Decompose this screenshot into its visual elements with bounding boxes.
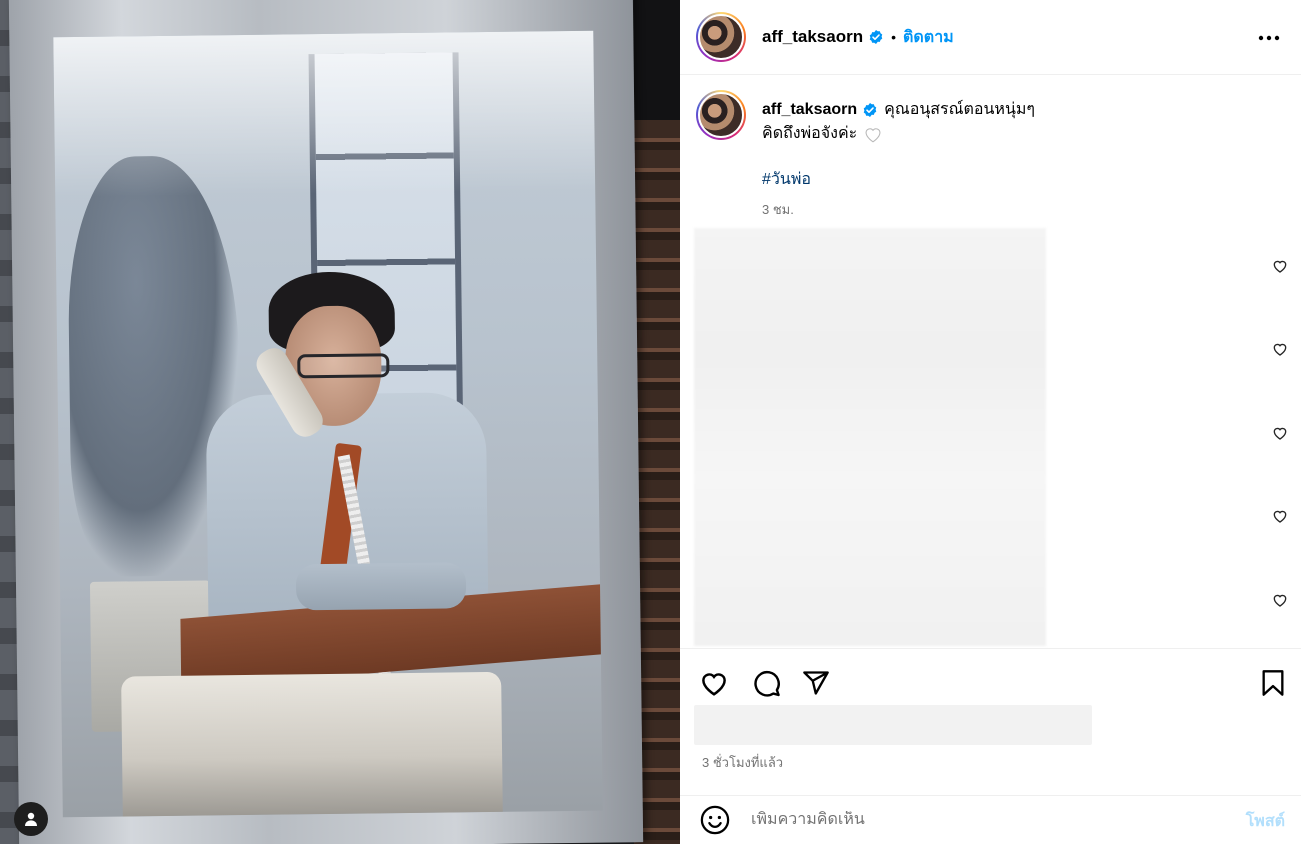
comment-bubble-icon[interactable]: [750, 667, 782, 699]
comment-input[interactable]: [751, 811, 1211, 829]
follow-button[interactable]: ติดตาม: [903, 25, 954, 50]
post-image[interactable]: [0, 0, 680, 844]
caption-timestamp: 3 ชม.: [762, 202, 794, 217]
comments-list: [680, 228, 1301, 648]
caption-author-username[interactable]: aff_taksaorn: [762, 98, 857, 122]
framed-photo: [53, 30, 603, 818]
smiley-icon[interactable]: [700, 805, 730, 835]
heart-icon[interactable]: [1272, 592, 1288, 608]
paper-plane-icon[interactable]: [800, 667, 832, 699]
caption-text-line2: คิดถึงพ่อจังค่ะ: [762, 125, 858, 142]
caption-section: aff_taksaorn คุณอนุสรณ์ตอนหนุ่มๆ คิดถึงพ…: [696, 90, 1286, 222]
caption-body: aff_taksaorn คุณอนุสรณ์ตอนหนุ่มๆ คิดถึงพ…: [762, 98, 1035, 222]
hashtag-link[interactable]: #วันพ่อ: [762, 168, 1035, 192]
more-options-icon[interactable]: [1257, 26, 1281, 50]
bookmark-icon[interactable]: [1257, 667, 1289, 699]
heart-icon[interactable]: [1272, 508, 1288, 524]
post-header: aff_taksaorn • ติดตาม: [680, 0, 1301, 75]
user-icon[interactable]: [14, 802, 48, 836]
post-details-panel: aff_taksaorn • ติดตาม aff_taksaorn คุณอน…: [680, 0, 1301, 844]
caption-text-line1: คุณอนุสรณ์ตอนหนุ่มๆ: [884, 101, 1036, 118]
author-avatar[interactable]: [696, 12, 746, 62]
heart-icon[interactable]: [1272, 341, 1288, 357]
verified-badge-icon: [869, 30, 883, 44]
white-heart-emoji-icon: [865, 128, 881, 143]
action-bar: 3 ชั่วโมงที่แล้ว: [680, 648, 1301, 808]
separator-dot: •: [891, 29, 897, 45]
post-timestamp: 3 ชั่วโมงที่แล้ว: [702, 755, 784, 770]
heart-icon[interactable]: [1272, 425, 1288, 441]
blurred-likes: [694, 705, 1092, 745]
blurred-comments: [694, 228, 1046, 646]
post-comment-button[interactable]: โพสต์: [1246, 809, 1285, 834]
verified-badge-icon: [863, 103, 877, 117]
add-comment-bar: โพสต์: [680, 795, 1301, 844]
heart-icon[interactable]: [698, 667, 730, 699]
heart-icon[interactable]: [1272, 258, 1288, 274]
photo-frame: [8, 0, 644, 844]
author-username[interactable]: aff_taksaorn: [762, 27, 863, 47]
caption-author-avatar[interactable]: [696, 90, 746, 140]
